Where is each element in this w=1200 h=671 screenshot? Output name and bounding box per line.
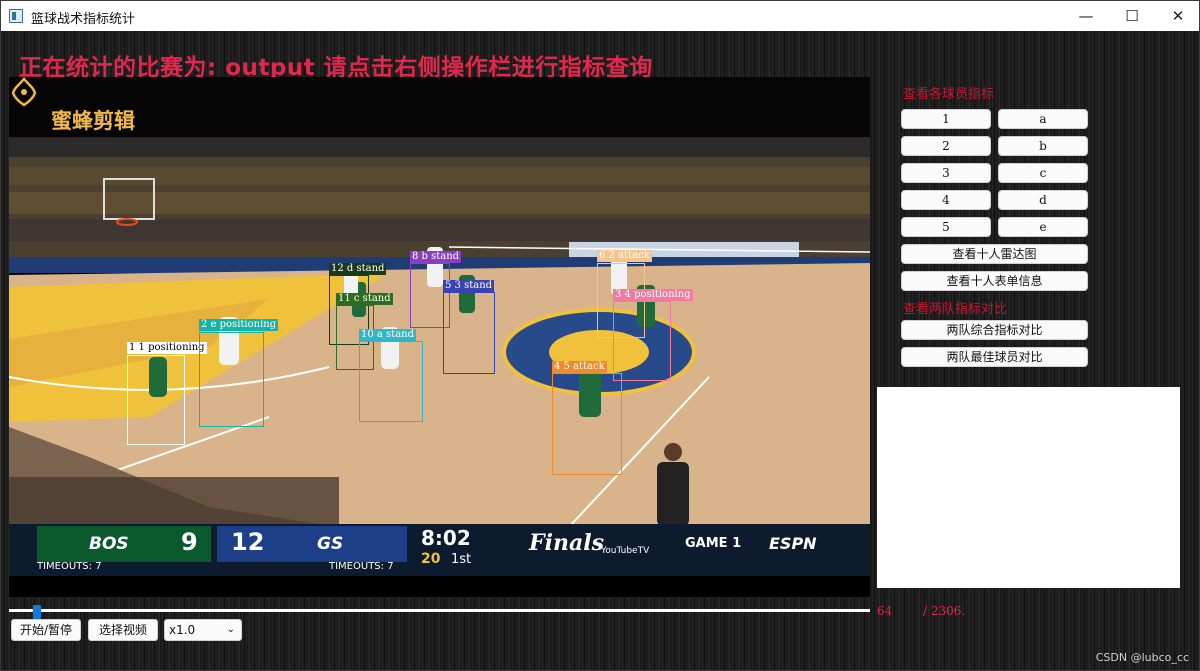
best-player-compare-button[interactable]: 两队最佳球员对比 — [901, 347, 1088, 367]
current-frame: 64 — [877, 604, 893, 618]
app-window: 篮球战术指标统计 — ☐ ✕ 正在统计的比赛为: output 请点击右侧操作栏… — [0, 0, 1200, 671]
player-button-b[interactable]: b — [998, 136, 1088, 156]
detection-box — [443, 292, 495, 374]
player-button-5[interactable]: 5 — [901, 217, 991, 237]
detection-label: 11 c stand — [336, 293, 393, 305]
play-pause-button[interactable]: 开始/暂停 — [11, 619, 81, 641]
game-clock: 8:02 — [421, 526, 471, 550]
output-panel — [877, 387, 1180, 588]
team2-name: GS — [317, 534, 344, 554]
detection-label: 1 1 positioning — [127, 342, 207, 354]
team1-timeouts: TIMEOUTS: 7 — [37, 561, 102, 572]
game-number: GAME 1 — [685, 536, 742, 551]
period: 1st — [451, 552, 472, 567]
detection-label: 12 d stand — [329, 263, 387, 275]
court-scene — [9, 77, 870, 528]
detection-box — [552, 373, 622, 475]
speed-value: x1.0 — [169, 623, 196, 637]
radar-chart-button[interactable]: 查看十人雷达图 — [901, 244, 1088, 264]
seek-handle[interactable] — [32, 605, 41, 619]
team-compare-button[interactable]: 两队综合指标对比 — [901, 320, 1088, 340]
player-button-a[interactable]: a — [998, 109, 1088, 129]
total-frames: / 2306. — [923, 604, 966, 618]
main-area: 正在统计的比赛为: output 请点击右侧操作栏进行指标查询 蜜蜂剪辑 1 1… — [1, 31, 1199, 670]
finals-logo: Finals — [529, 530, 604, 556]
player-button-c[interactable]: c — [998, 163, 1088, 183]
player-button-2[interactable]: 2 — [901, 136, 991, 156]
window-title: 篮球战术指标统计 — [31, 12, 136, 27]
chevron-down-icon: ⌄ — [226, 624, 235, 635]
player-table-button[interactable]: 查看十人表单信息 — [901, 271, 1088, 291]
team2-timeouts: TIMEOUTS: 7 — [329, 561, 394, 572]
title-bar: 篮球战术指标统计 — ☐ ✕ — [1, 1, 1199, 31]
app-icon — [9, 9, 23, 23]
detection-box — [199, 332, 264, 427]
detection-label: 8 b stand — [410, 251, 462, 263]
detection-label: 3 4 positioning — [613, 289, 693, 301]
detection-label: 5 3 stand — [443, 280, 495, 292]
player-button-d[interactable]: d — [998, 190, 1088, 210]
player-button-1[interactable]: 1 — [901, 109, 991, 129]
detection-label: 2 e positioning — [199, 319, 279, 331]
bee-logo-icon — [11, 77, 37, 107]
speed-select[interactable]: x1.0 ⌄ — [164, 619, 242, 641]
detection-box — [127, 355, 185, 445]
team2-score: 12 — [231, 528, 265, 556]
player-metrics-title: 查看各球员指标 — [903, 87, 995, 102]
detection-label: 10 a stand — [359, 329, 416, 341]
detection-box — [613, 301, 671, 381]
player-button-e[interactable]: e — [998, 217, 1088, 237]
select-video-button[interactable]: 选择视频 — [88, 619, 158, 641]
player-button-4[interactable]: 4 — [901, 190, 991, 210]
seek-track — [9, 609, 870, 612]
detection-label: 6 2 attack — [597, 250, 652, 262]
video-brand: 蜜蜂剪辑 — [51, 109, 135, 133]
network-logo: ESPN — [769, 534, 817, 553]
minimize-button[interactable]: — — [1063, 1, 1109, 31]
team-compare-title: 查看两队指标对比 — [903, 302, 1008, 317]
scoreboard: BOS 9 12 GS TIMEOUTS: 7 TIMEOUTS: 7 8:02… — [9, 524, 870, 576]
seek-slider[interactable] — [9, 605, 870, 619]
shot-clock: 20 — [421, 551, 441, 567]
sponsor: YouTubeTV — [601, 546, 650, 556]
detection-label: 4 5 attack — [552, 361, 607, 373]
watermark: CSDN @lubco_cc — [1095, 651, 1189, 664]
detection-box — [359, 341, 423, 422]
close-button[interactable]: ✕ — [1155, 1, 1199, 31]
maximize-button[interactable]: ☐ — [1109, 1, 1155, 31]
video-player[interactable]: 蜜蜂剪辑 1 1 positioning 2 e positioning 12 … — [9, 77, 870, 597]
team1-score: 9 — [181, 528, 198, 556]
team1-name: BOS — [89, 534, 129, 554]
player-button-3[interactable]: 3 — [901, 163, 991, 183]
